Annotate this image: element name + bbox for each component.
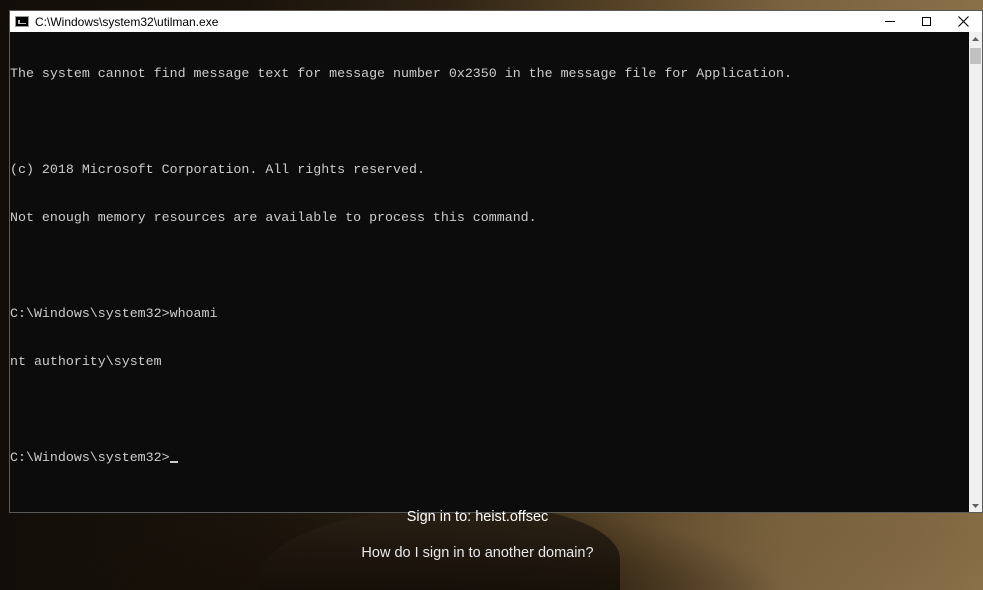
scroll-up-arrow-icon: [972, 36, 979, 41]
minimize-button[interactable]: [871, 11, 908, 32]
console-line: The system cannot find message text for …: [10, 66, 792, 81]
scroll-down-button[interactable]: [969, 499, 982, 512]
close-button[interactable]: [945, 11, 982, 32]
maximize-button[interactable]: [908, 11, 945, 32]
cmd-app-icon[interactable]: [15, 16, 29, 27]
cmd-window[interactable]: C:\Windows\system32\utilman.exe The syst…: [9, 10, 983, 513]
text-cursor: [169, 461, 178, 463]
sign-in-domain-text: Sign in to: heist.offsec: [406, 509, 549, 525]
scroll-down-arrow-icon: [972, 503, 979, 508]
console-line: nt authority\system: [10, 354, 162, 369]
console-prompt: C:\Windows\system32>: [10, 450, 170, 465]
window-title: C:\Windows\system32\utilman.exe: [35, 14, 219, 29]
login-screen: { "window": { "title": "C:\\Windows\\sys…: [0, 0, 983, 590]
console-line: (c) 2018 Microsoft Corporation. All righ…: [10, 162, 425, 177]
another-domain-link[interactable]: How do I sign in to another domain?: [0, 545, 955, 561]
minimize-icon: [884, 21, 895, 22]
console-line: Not enough memory resources are availabl…: [10, 210, 537, 225]
console-prompt-line[interactable]: C:\Windows\system32>: [10, 450, 970, 466]
scroll-up-button[interactable]: [969, 32, 982, 45]
maximize-icon: [922, 17, 931, 26]
console-line: C:\Windows\system32>whoami: [10, 306, 218, 321]
console-output[interactable]: The system cannot find message text for …: [10, 32, 970, 512]
window-titlebar[interactable]: C:\Windows\system32\utilman.exe: [10, 11, 982, 32]
vertical-scrollbar[interactable]: [969, 32, 982, 512]
window-controls: [871, 11, 982, 32]
scroll-thumb[interactable]: [970, 48, 981, 64]
close-icon: [958, 16, 969, 27]
